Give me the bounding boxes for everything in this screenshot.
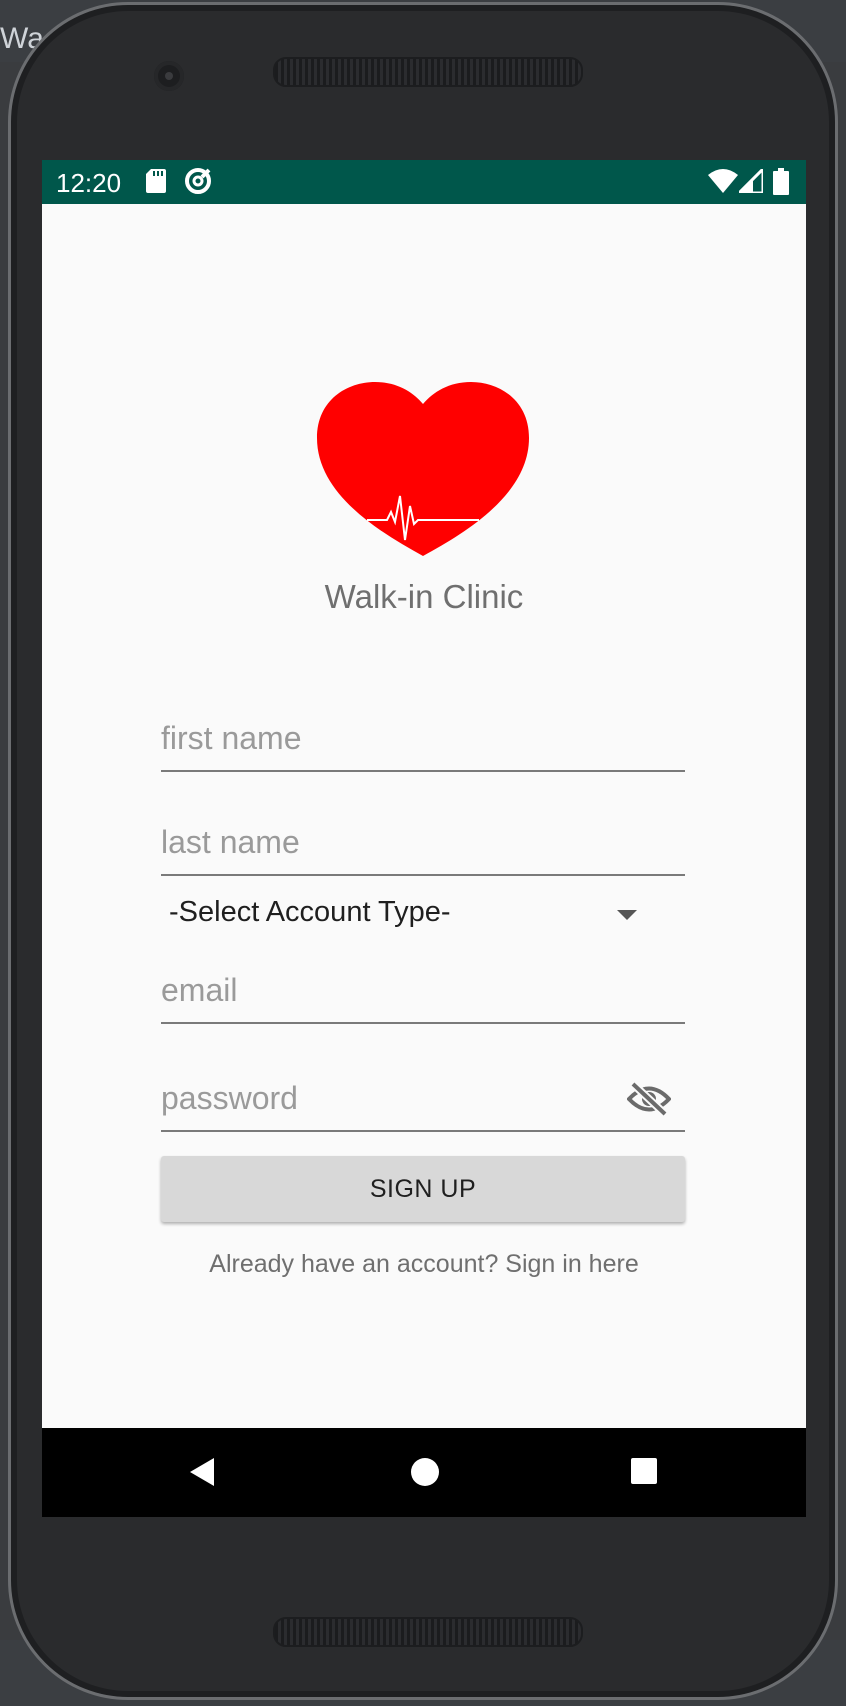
status-bar: 12:20 bbox=[42, 160, 806, 204]
top-speaker-grille bbox=[273, 57, 583, 87]
heart-pulse-icon bbox=[317, 382, 529, 556]
email-field[interactable] bbox=[161, 962, 685, 1024]
data-saver-icon bbox=[185, 168, 211, 194]
first-name-field[interactable] bbox=[161, 710, 685, 772]
app-name: Walk-in Clinic bbox=[324, 578, 524, 615]
visibility-off-icon[interactable] bbox=[627, 1082, 671, 1116]
navigation-bar bbox=[42, 1428, 806, 1517]
password-input[interactable] bbox=[161, 1070, 685, 1126]
bottom-speaker-grille bbox=[273, 1617, 583, 1647]
battery-icon bbox=[773, 168, 789, 195]
cell-signal-icon bbox=[739, 169, 763, 193]
status-time: 12:20 bbox=[56, 168, 122, 198]
wifi-icon bbox=[708, 169, 738, 193]
app-screen: 12:20 Walk-in Clinic first name last nam… bbox=[42, 160, 806, 1517]
front-camera bbox=[154, 61, 184, 91]
email-input[interactable] bbox=[161, 962, 685, 1018]
recents-icon[interactable] bbox=[629, 1456, 659, 1486]
sd-card-icon bbox=[146, 169, 166, 193]
dropdown-arrow-icon bbox=[617, 910, 637, 920]
account-type-value: -Select Account Type- bbox=[169, 896, 451, 928]
back-icon[interactable] bbox=[188, 1456, 216, 1488]
last-name-field[interactable] bbox=[161, 814, 685, 876]
last-name-input[interactable] bbox=[161, 814, 685, 870]
account-type-select[interactable]: -Select Account Type- bbox=[161, 890, 661, 940]
home-icon[interactable] bbox=[409, 1456, 441, 1488]
sign-up-button[interactable]: SIGN UP bbox=[161, 1156, 685, 1222]
first-name-input[interactable] bbox=[161, 710, 685, 766]
password-field[interactable] bbox=[161, 1070, 685, 1132]
sign-in-link[interactable]: Already have an account? Sign in here bbox=[42, 1250, 806, 1279]
